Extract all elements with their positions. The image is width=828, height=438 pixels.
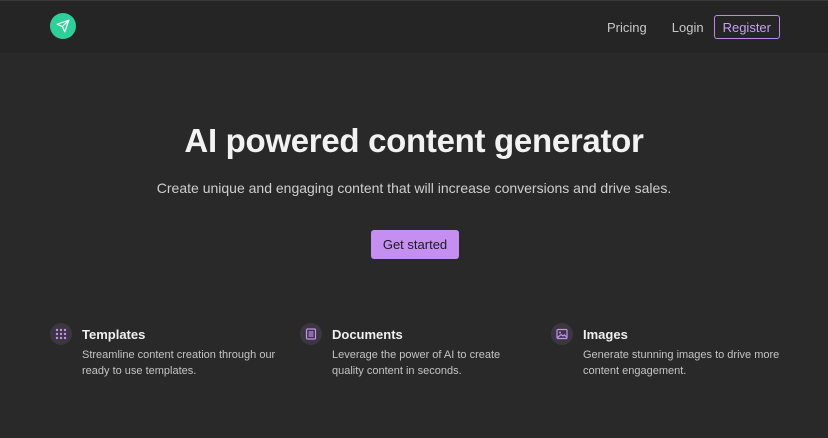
feature-icon-container [551,323,573,345]
get-started-button[interactable]: Get started [371,230,459,259]
feature-title: Templates [82,327,146,342]
nav-links: Pricing Login Register [607,14,780,40]
page: Pricing Login Register AI powered conten… [0,0,828,438]
hero-title: AI powered content generator [184,122,644,159]
image-icon [556,328,568,340]
feature-description: Generate stunning images to drive more c… [583,349,780,377]
hero-subtitle: Create unique and engaging content that … [156,180,672,196]
register-button[interactable]: Register [713,15,780,39]
feature-description: Leverage the power of AI to create quali… [332,349,501,377]
logo[interactable] [50,13,76,39]
nav-link-login[interactable]: Login [672,20,704,35]
feature-title: Images [583,327,628,342]
feature-title: Documents [332,327,403,342]
feature-icon-container [50,323,72,345]
nav-link-pricing[interactable]: Pricing [607,20,647,35]
feature-description: Streamline content creation through our … [82,349,276,377]
grid-icon [55,328,67,340]
paper-plane-icon [56,19,70,33]
navbar: Pricing Login Register [0,1,828,53]
document-icon [305,328,317,340]
feature-icon-container [300,323,322,345]
